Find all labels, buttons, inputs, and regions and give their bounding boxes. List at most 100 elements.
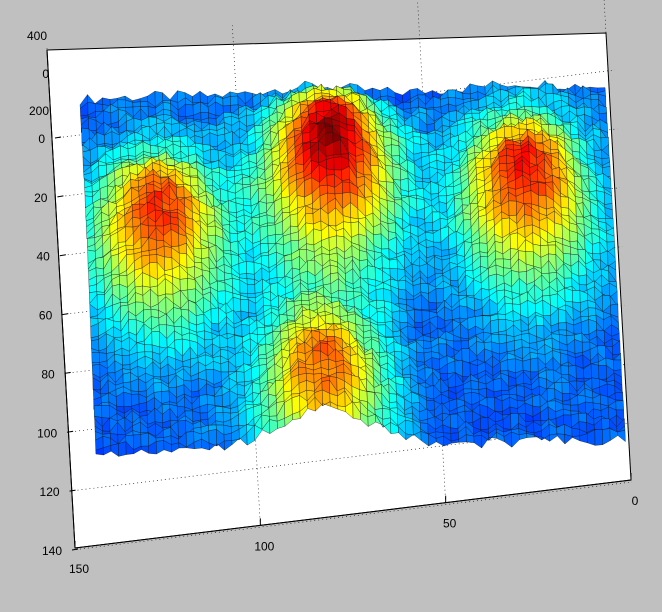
surface-patch [296, 195, 306, 209]
surface-patch [238, 261, 247, 275]
surface-patch [359, 389, 368, 402]
surface-patch [162, 102, 171, 111]
surface-patch [614, 392, 624, 401]
surface-patch [561, 382, 570, 394]
surface-patch [392, 166, 401, 181]
surface-patch [538, 181, 547, 196]
surface-patch [122, 372, 131, 383]
surface-patch [95, 103, 104, 112]
surface-patch [459, 305, 468, 320]
surface-patch [498, 319, 507, 333]
y-tick-label: 60 [39, 309, 53, 323]
surface-patch [163, 245, 173, 258]
surface-patch [185, 103, 194, 118]
surface-patch [144, 344, 153, 353]
surface-patch [91, 352, 100, 363]
surface-patch [590, 93, 599, 100]
y-tick-label: 100 [37, 426, 57, 440]
surface-patch [302, 132, 311, 144]
surface-patch [560, 196, 569, 209]
surface-patch [326, 168, 335, 176]
surface-patch [524, 214, 533, 227]
surface-patch [503, 258, 512, 269]
surface-patch [532, 394, 541, 408]
surface-patch [187, 278, 196, 291]
surface-patch [243, 198, 252, 207]
surface-patch [346, 118, 355, 126]
surface-patch [140, 223, 149, 239]
surface-patch [479, 242, 488, 254]
surface-patch [140, 432, 149, 447]
surface-patch [505, 140, 514, 146]
surface-patch [176, 186, 185, 198]
surface-patch [498, 334, 507, 345]
surface-patch [389, 401, 398, 409]
surface-patch [534, 133, 543, 144]
surface-patch [161, 390, 170, 404]
surface-patch [400, 177, 409, 192]
surface-patch [572, 290, 581, 303]
surface-patch [246, 261, 255, 275]
surface-patch [405, 419, 414, 436]
surface-patch [95, 256, 104, 270]
surface-patch [149, 254, 158, 264]
surface-patch [389, 258, 398, 269]
surface-patch [258, 354, 267, 359]
surface-patch [210, 307, 219, 325]
surface-mesh [79, 79, 626, 457]
y-tick-label: 140 [42, 544, 62, 558]
surface-patch [522, 358, 531, 373]
surface-patch [201, 247, 210, 260]
z-tick-label: 200 [29, 104, 49, 118]
surface-patch [150, 145, 159, 154]
surface-patch [504, 126, 513, 139]
surface-patch [252, 382, 261, 394]
surface-patch [346, 124, 356, 132]
surface-patch [490, 319, 499, 334]
surface-patch [399, 310, 408, 323]
surface-patch [301, 293, 310, 301]
surface-patch [153, 382, 162, 393]
surface-patch [450, 413, 459, 429]
surface-patch [151, 331, 160, 348]
surface-patch [191, 390, 200, 398]
surface-patch [435, 288, 444, 304]
surface-patch [450, 427, 459, 434]
surface-patch [414, 322, 423, 328]
surface-patch [240, 299, 249, 313]
surface-patch [305, 213, 314, 225]
surface-patch [420, 143, 429, 154]
surface-patch [466, 434, 475, 443]
surface-patch [101, 405, 110, 419]
surface-patch [118, 441, 127, 457]
surface-patch [123, 391, 132, 407]
surface-patch [578, 274, 587, 286]
surface-patch [581, 319, 590, 335]
surface-patch [333, 139, 342, 156]
surface-patch [388, 393, 398, 403]
surface-patch [256, 327, 266, 335]
surface-patch [413, 142, 422, 155]
surface-patch [523, 190, 532, 205]
surface-patch [236, 370, 245, 383]
surface-patch [280, 329, 289, 340]
surface-patch [210, 149, 219, 162]
y-tick-label: 40 [36, 250, 50, 264]
surface-patch [447, 89, 456, 99]
surface-patch [367, 265, 376, 281]
surface-patch [342, 181, 351, 194]
surface-patch [554, 222, 563, 239]
surface-patch [95, 267, 104, 277]
surface-patch [260, 243, 269, 254]
surface-patch [190, 176, 199, 187]
y-tick-label: 20 [34, 191, 48, 205]
surface-patch [560, 207, 570, 216]
surface-patch [254, 125, 263, 133]
surface-patch [594, 429, 603, 446]
surface-patch [590, 363, 600, 380]
surface-patch [397, 280, 407, 291]
surface-patch [140, 101, 149, 107]
surface-patch [462, 360, 471, 377]
z-tick-label: 400 [27, 29, 47, 43]
surface-patch [325, 313, 334, 324]
